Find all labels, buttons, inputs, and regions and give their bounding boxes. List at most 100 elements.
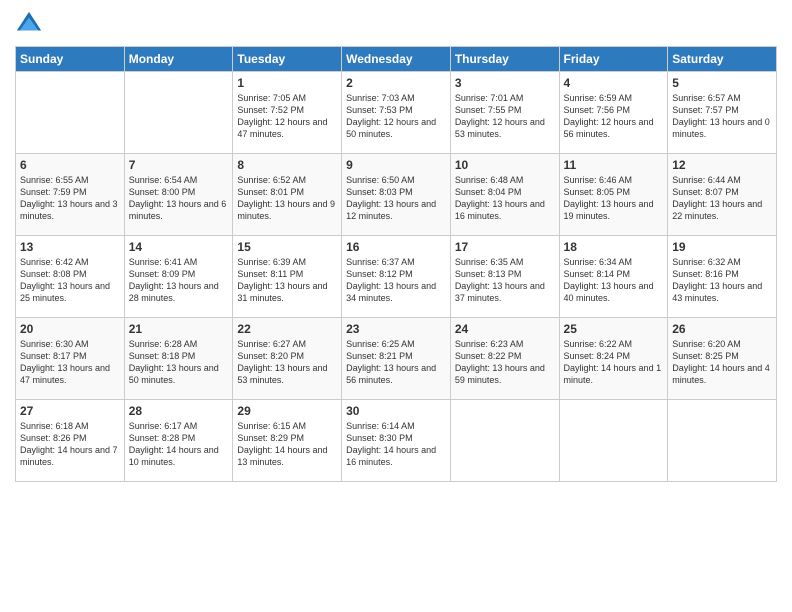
cell-content: Sunrise: 6:15 AM Sunset: 8:29 PM Dayligh… bbox=[237, 420, 337, 469]
day-number: 2 bbox=[346, 76, 446, 90]
calendar-cell: 25 Sunrise: 6:22 AM Sunset: 8:24 PM Dayli… bbox=[559, 318, 668, 400]
calendar-cell: 18Sunrise: 6:34 AM Sunset: 8:14 PM Dayli… bbox=[559, 236, 668, 318]
calendar-cell: 28Sunrise: 6:17 AM Sunset: 8:28 PM Dayli… bbox=[124, 400, 233, 482]
day-number: 28 bbox=[129, 404, 229, 418]
week-row-4: 20Sunrise: 6:30 AM Sunset: 8:17 PM Dayli… bbox=[16, 318, 777, 400]
cell-content: Sunrise: 6:14 AM Sunset: 8:30 PM Dayligh… bbox=[346, 420, 446, 469]
calendar-cell bbox=[124, 72, 233, 154]
cell-content: Sunrise: 6:18 AM Sunset: 8:26 PM Dayligh… bbox=[20, 420, 120, 469]
day-number: 9 bbox=[346, 158, 446, 172]
cell-content: Sunrise: 6:59 AM Sunset: 7:56 PM Dayligh… bbox=[564, 92, 664, 141]
calendar-cell: 13 Sunrise: 6:42 AM Sunset: 8:08 PM Dayli… bbox=[16, 236, 125, 318]
cell-content: Sunrise: 6:46 AM Sunset: 8:05 PM Dayligh… bbox=[564, 174, 664, 223]
calendar-cell bbox=[668, 400, 777, 482]
calendar-cell: 24 Sunrise: 6:23 AM Sunset: 8:22 PM Dayli… bbox=[450, 318, 559, 400]
cell-content: Sunrise: 6:37 AM Sunset: 8:12 PM Dayligh… bbox=[346, 256, 446, 305]
logo-icon bbox=[15, 10, 43, 38]
calendar-cell: 7Sunrise: 6:54 AM Sunset: 8:00 PM Daylig… bbox=[124, 154, 233, 236]
day-header-thursday: Thursday bbox=[450, 47, 559, 72]
cell-content: Sunrise: 6:48 AM Sunset: 8:04 PM Dayligh… bbox=[455, 174, 555, 223]
calendar-cell bbox=[559, 400, 668, 482]
day-number: 22 bbox=[237, 322, 337, 336]
cell-content: Sunrise: 6:39 AM Sunset: 8:11 PM Dayligh… bbox=[237, 256, 337, 305]
cell-content: Sunrise: 6:50 AM Sunset: 8:03 PM Dayligh… bbox=[346, 174, 446, 223]
day-number: 27 bbox=[20, 404, 120, 418]
calendar-cell: 3Sunrise: 7:01 AM Sunset: 7:55 PM Daylig… bbox=[450, 72, 559, 154]
day-number: 7 bbox=[129, 158, 229, 172]
calendar: SundayMondayTuesdayWednesdayThursdayFrid… bbox=[15, 46, 777, 482]
day-number: 11 bbox=[564, 158, 664, 172]
calendar-cell: 27 Sunrise: 6:18 AM Sunset: 8:26 PM Dayli… bbox=[16, 400, 125, 482]
day-header-saturday: Saturday bbox=[668, 47, 777, 72]
cell-content: Sunrise: 6:32 AM Sunset: 8:16 PM Dayligh… bbox=[672, 256, 772, 305]
calendar-cell: 17Sunrise: 6:35 AM Sunset: 8:13 PM Dayli… bbox=[450, 236, 559, 318]
cell-content: Sunrise: 7:05 AM Sunset: 7:52 PM Dayligh… bbox=[237, 92, 337, 141]
calendar-cell: 8 Sunrise: 6:52 AM Sunset: 8:01 PM Daylig… bbox=[233, 154, 342, 236]
day-number: 25 bbox=[564, 322, 664, 336]
day-number: 30 bbox=[346, 404, 446, 418]
day-number: 24 bbox=[455, 322, 555, 336]
calendar-cell: 14 Sunrise: 6:41 AM Sunset: 8:09 PM Dayli… bbox=[124, 236, 233, 318]
cell-content: Sunrise: 6:25 AM Sunset: 8:21 PM Dayligh… bbox=[346, 338, 446, 387]
header-row: SundayMondayTuesdayWednesdayThursdayFrid… bbox=[16, 47, 777, 72]
day-number: 4 bbox=[564, 76, 664, 90]
day-header-friday: Friday bbox=[559, 47, 668, 72]
cell-content: Sunrise: 6:57 AM Sunset: 7:57 PM Dayligh… bbox=[672, 92, 772, 141]
calendar-cell: 21 Sunrise: 6:28 AM Sunset: 8:18 PM Dayli… bbox=[124, 318, 233, 400]
day-number: 3 bbox=[455, 76, 555, 90]
page: SundayMondayTuesdayWednesdayThursdayFrid… bbox=[0, 0, 792, 612]
calendar-cell: 23 Sunrise: 6:25 AM Sunset: 8:21 PM Dayli… bbox=[342, 318, 451, 400]
day-number: 16 bbox=[346, 240, 446, 254]
week-row-2: 6Sunrise: 6:55 AM Sunset: 7:59 PM Daylig… bbox=[16, 154, 777, 236]
day-number: 14 bbox=[129, 240, 229, 254]
cell-content: Sunrise: 6:55 AM Sunset: 7:59 PM Dayligh… bbox=[20, 174, 120, 223]
day-number: 19 bbox=[672, 240, 772, 254]
calendar-cell: 20Sunrise: 6:30 AM Sunset: 8:17 PM Dayli… bbox=[16, 318, 125, 400]
cell-content: Sunrise: 6:28 AM Sunset: 8:18 PM Dayligh… bbox=[129, 338, 229, 387]
cell-content: Sunrise: 6:41 AM Sunset: 8:09 PM Dayligh… bbox=[129, 256, 229, 305]
day-header-sunday: Sunday bbox=[16, 47, 125, 72]
day-number: 5 bbox=[672, 76, 772, 90]
calendar-cell: 12Sunrise: 6:44 AM Sunset: 8:07 PM Dayli… bbox=[668, 154, 777, 236]
day-number: 21 bbox=[129, 322, 229, 336]
calendar-cell: 5 Sunrise: 6:57 AM Sunset: 7:57 PM Daylig… bbox=[668, 72, 777, 154]
day-header-tuesday: Tuesday bbox=[233, 47, 342, 72]
calendar-cell: 10 Sunrise: 6:48 AM Sunset: 8:04 PM Dayli… bbox=[450, 154, 559, 236]
week-row-1: 1Sunrise: 7:05 AM Sunset: 7:52 PM Daylig… bbox=[16, 72, 777, 154]
calendar-cell: 16 Sunrise: 6:37 AM Sunset: 8:12 PM Dayli… bbox=[342, 236, 451, 318]
calendar-cell: 1Sunrise: 7:05 AM Sunset: 7:52 PM Daylig… bbox=[233, 72, 342, 154]
calendar-cell: 29 Sunrise: 6:15 AM Sunset: 8:29 PM Dayli… bbox=[233, 400, 342, 482]
cell-content: Sunrise: 7:03 AM Sunset: 7:53 PM Dayligh… bbox=[346, 92, 446, 141]
calendar-cell: 9 Sunrise: 6:50 AM Sunset: 8:03 PM Daylig… bbox=[342, 154, 451, 236]
calendar-cell: 15 Sunrise: 6:39 AM Sunset: 8:11 PM Dayli… bbox=[233, 236, 342, 318]
day-number: 29 bbox=[237, 404, 337, 418]
cell-content: Sunrise: 6:23 AM Sunset: 8:22 PM Dayligh… bbox=[455, 338, 555, 387]
day-number: 13 bbox=[20, 240, 120, 254]
day-number: 23 bbox=[346, 322, 446, 336]
calendar-cell: 22 Sunrise: 6:27 AM Sunset: 8:20 PM Dayli… bbox=[233, 318, 342, 400]
calendar-cell: 19 Sunrise: 6:32 AM Sunset: 8:16 PM Dayli… bbox=[668, 236, 777, 318]
cell-content: Sunrise: 6:22 AM Sunset: 8:24 PM Dayligh… bbox=[564, 338, 664, 387]
week-row-3: 13 Sunrise: 6:42 AM Sunset: 8:08 PM Dayli… bbox=[16, 236, 777, 318]
day-number: 8 bbox=[237, 158, 337, 172]
logo bbox=[15, 10, 47, 38]
week-row-5: 27 Sunrise: 6:18 AM Sunset: 8:26 PM Dayli… bbox=[16, 400, 777, 482]
day-number: 17 bbox=[455, 240, 555, 254]
header bbox=[15, 10, 777, 38]
day-header-monday: Monday bbox=[124, 47, 233, 72]
calendar-cell: 2 Sunrise: 7:03 AM Sunset: 7:53 PM Daylig… bbox=[342, 72, 451, 154]
calendar-cell bbox=[450, 400, 559, 482]
calendar-cell bbox=[16, 72, 125, 154]
day-number: 12 bbox=[672, 158, 772, 172]
cell-content: Sunrise: 6:30 AM Sunset: 8:17 PM Dayligh… bbox=[20, 338, 120, 387]
day-number: 15 bbox=[237, 240, 337, 254]
day-number: 10 bbox=[455, 158, 555, 172]
cell-content: Sunrise: 6:42 AM Sunset: 8:08 PM Dayligh… bbox=[20, 256, 120, 305]
calendar-cell: 30 Sunrise: 6:14 AM Sunset: 8:30 PM Dayli… bbox=[342, 400, 451, 482]
day-number: 18 bbox=[564, 240, 664, 254]
day-number: 26 bbox=[672, 322, 772, 336]
calendar-cell: 11 Sunrise: 6:46 AM Sunset: 8:05 PM Dayli… bbox=[559, 154, 668, 236]
cell-content: Sunrise: 6:52 AM Sunset: 8:01 PM Dayligh… bbox=[237, 174, 337, 223]
calendar-cell: 26Sunrise: 6:20 AM Sunset: 8:25 PM Dayli… bbox=[668, 318, 777, 400]
cell-content: Sunrise: 6:27 AM Sunset: 8:20 PM Dayligh… bbox=[237, 338, 337, 387]
